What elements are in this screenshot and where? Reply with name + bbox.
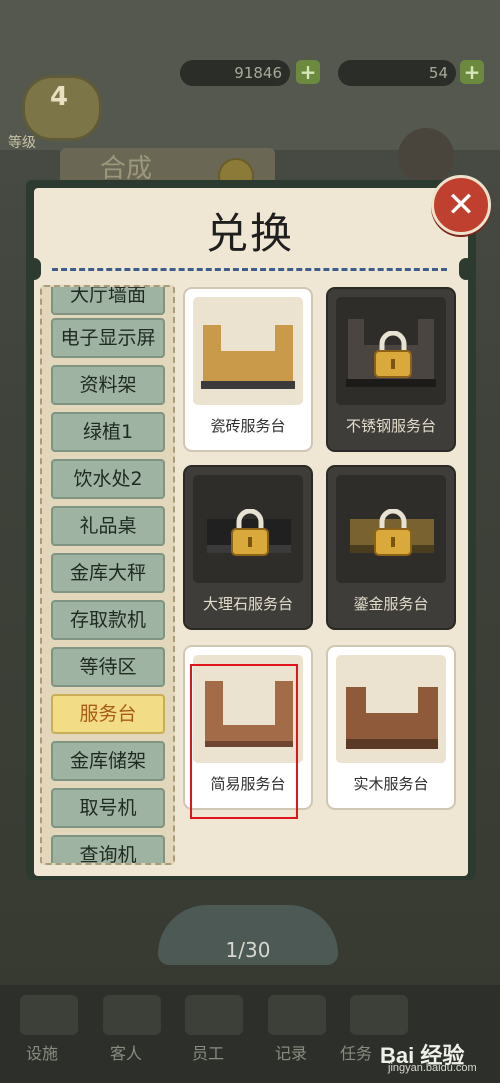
gold-value: 91846 xyxy=(234,64,282,82)
category-label: 存取款机 xyxy=(69,609,146,631)
close-icon: ✕ xyxy=(446,185,476,225)
nav-record[interactable]: 记录 xyxy=(275,1040,307,1064)
nav-guest-icon xyxy=(103,995,161,1035)
item-thumbnail xyxy=(193,297,303,405)
level-number: 4 xyxy=(50,82,69,112)
item-thumbnail xyxy=(336,655,446,763)
item-label: 实木服务台 xyxy=(353,775,429,793)
category-label: 绿植1 xyxy=(82,421,134,443)
category-item[interactable]: 大厅墙面 xyxy=(51,285,165,315)
nav-record-icon xyxy=(268,995,326,1035)
category-label: 资料架 xyxy=(79,374,137,396)
nav-task[interactable]: 任务 xyxy=(340,1040,372,1064)
category-label: 查询机 xyxy=(79,844,137,865)
category-item[interactable]: 等待区 xyxy=(51,647,165,687)
category-item-selected[interactable]: 服务台 xyxy=(51,694,165,734)
gem-value: 54 xyxy=(428,64,448,82)
title-divider xyxy=(52,268,447,271)
category-item[interactable]: 金库储架 xyxy=(51,741,165,781)
gem-counter: 54 xyxy=(338,60,456,86)
category-label: 金库储架 xyxy=(69,750,146,772)
item-card-locked[interactable]: 大理石服务台 xyxy=(183,465,313,630)
frame-notch-left xyxy=(27,258,41,280)
nav-staff[interactable]: 员工 xyxy=(192,1040,224,1064)
lock-icon xyxy=(374,509,412,556)
item-label: 鎏金服务台 xyxy=(353,595,429,613)
category-item[interactable]: 饮水处2 xyxy=(51,459,165,499)
close-button[interactable]: ✕ xyxy=(431,175,491,235)
category-item[interactable]: 取号机 xyxy=(51,788,165,828)
watermark-url: jingyan.baidu.com xyxy=(388,1062,477,1074)
selection-highlight xyxy=(190,664,298,819)
category-label: 金库大秤 xyxy=(69,562,146,584)
category-label: 电子显示屏 xyxy=(60,327,156,349)
item-card[interactable]: 瓷砖服务台 xyxy=(183,287,313,452)
item-label: 瓷砖服务台 xyxy=(210,417,286,435)
category-label: 服务台 xyxy=(79,703,137,725)
wood-counter-icon xyxy=(346,687,438,749)
tile-counter-icon xyxy=(201,325,295,389)
category-item[interactable]: 资料架 xyxy=(51,365,165,405)
category-label: 取号机 xyxy=(79,797,137,819)
item-label: 不锈钢服务台 xyxy=(345,417,436,435)
gold-counter: 91846 xyxy=(180,60,290,86)
item-card-locked[interactable]: 不锈钢服务台 xyxy=(326,287,456,452)
lock-icon xyxy=(231,509,269,556)
category-list[interactable]: 大厅墙面 电子显示屏 资料架 绿植1 饮水处2 礼品桌 金库大秤 存取款机 等待… xyxy=(40,285,175,865)
item-label: 大理石服务台 xyxy=(202,595,293,613)
category-item[interactable]: 电子显示屏 xyxy=(51,318,165,358)
category-label: 等待区 xyxy=(79,656,137,678)
item-card-locked[interactable]: 鎏金服务台 xyxy=(326,465,456,630)
nav-facility-icon xyxy=(20,995,78,1035)
add-gold-button[interactable]: + xyxy=(296,60,320,84)
lock-icon xyxy=(374,331,412,378)
nav-facility[interactable]: 设施 xyxy=(26,1040,58,1064)
category-label: 礼品桌 xyxy=(79,515,137,537)
page-indicator: 1/30 xyxy=(225,938,271,962)
category-item[interactable]: 金库大秤 xyxy=(51,553,165,593)
category-item[interactable]: 存取款机 xyxy=(51,600,165,640)
avatar xyxy=(398,128,454,184)
level-label: 等级 xyxy=(8,135,36,151)
add-gem-button[interactable]: + xyxy=(460,60,484,84)
category-item[interactable]: 绿植1 xyxy=(51,412,165,452)
nav-guest[interactable]: 客人 xyxy=(110,1040,142,1064)
frame-notch-right xyxy=(459,258,473,280)
dialog-title: 兑换 xyxy=(205,209,294,258)
nav-staff-icon xyxy=(185,995,243,1035)
category-label: 饮水处2 xyxy=(73,468,143,490)
nav-task-icon xyxy=(350,995,408,1035)
item-card[interactable]: 实木服务台 xyxy=(326,645,456,810)
category-item[interactable]: 礼品桌 xyxy=(51,506,165,546)
category-label: 大厅墙面 xyxy=(69,285,146,306)
category-item[interactable]: 查询机 xyxy=(51,835,165,865)
